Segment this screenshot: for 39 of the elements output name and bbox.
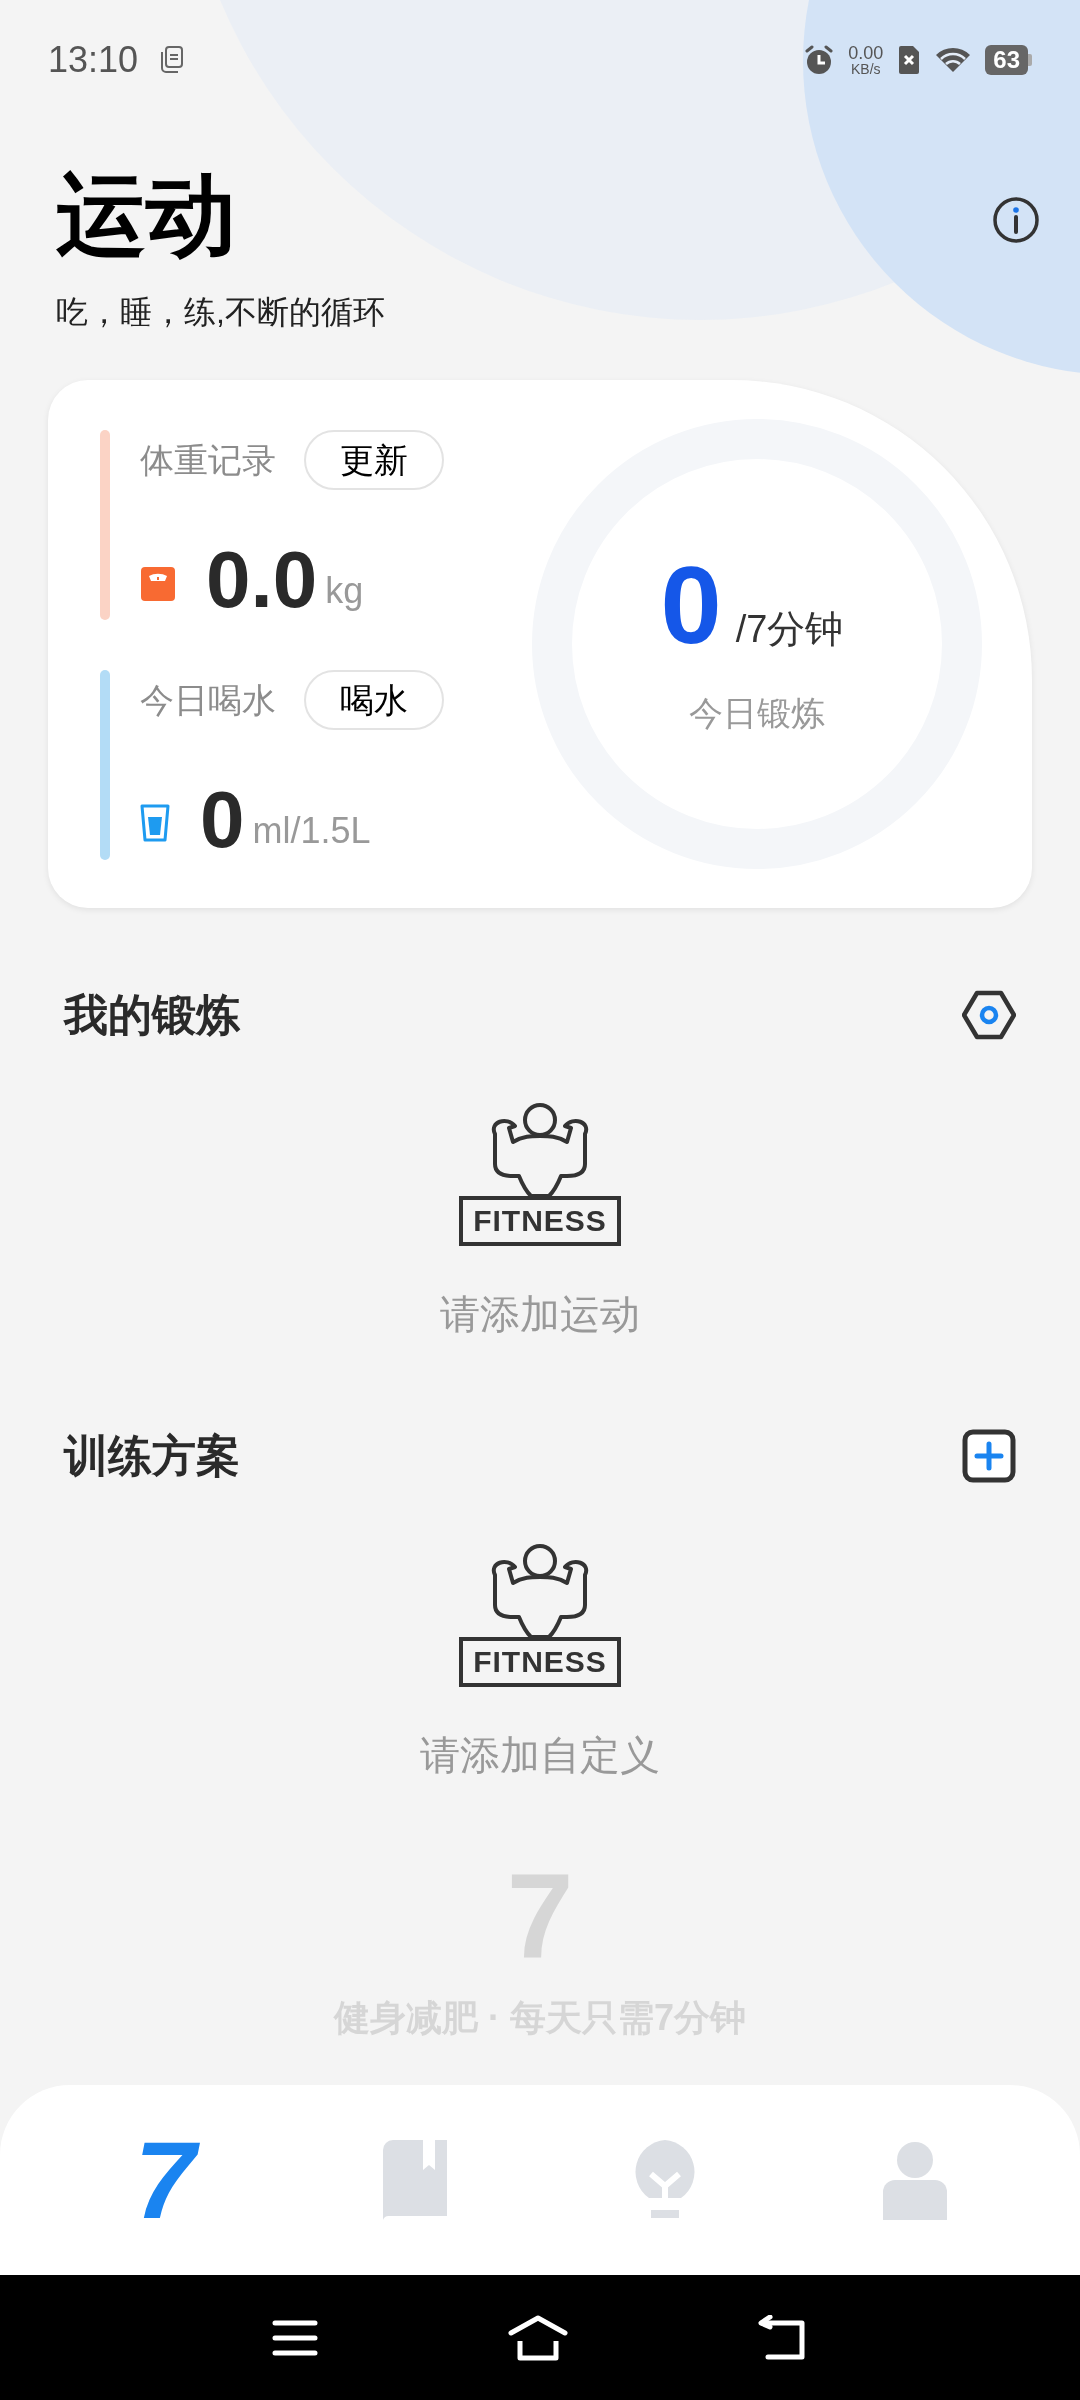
alarm-clock-icon — [804, 45, 835, 75]
wifi-icon — [935, 46, 972, 74]
status-time: 13:10 — [48, 38, 139, 82]
fitness-label: FITNESS — [459, 1637, 621, 1687]
glass-icon — [140, 804, 170, 842]
fitness-label: FITNESS — [459, 1196, 621, 1246]
menu-icon[interactable] — [272, 2318, 318, 2357]
nav-tab[interactable]: 7 — [105, 2130, 225, 2230]
page-subtitle: 吃，睡，练,不断的循环 — [56, 296, 385, 328]
battery-level: 63 — [985, 45, 1028, 75]
info-icon[interactable] — [992, 196, 1040, 244]
empty-state-text: 请添加运动 — [440, 1291, 640, 1338]
section-title: 训练方案 — [64, 1430, 240, 1482]
network-speed-unit: KB/s — [851, 62, 881, 76]
empty-state-text: 请添加自定义 — [420, 1732, 660, 1779]
pill-button[interactable]: 更新 — [304, 430, 444, 490]
lightbulb-icon — [633, 2140, 697, 2220]
settings-icon[interactable] — [962, 990, 1016, 1040]
back-icon[interactable] — [758, 2314, 808, 2361]
exercise-label: 今日锻炼 — [689, 692, 825, 734]
network-speed: 0.00 — [848, 44, 884, 62]
water-value: 0 — [200, 780, 245, 860]
unit-label: kg — [325, 569, 364, 613]
weight-value: 0.0 — [206, 540, 318, 620]
add-icon[interactable] — [962, 1429, 1016, 1483]
home-icon[interactable] — [508, 2314, 568, 2361]
metric-label: 体重记录 — [140, 439, 276, 481]
scale-icon — [140, 566, 176, 602]
page-title: 运动 — [56, 170, 237, 260]
metric-label: 今日喝水 — [140, 679, 276, 721]
section-title: 我的锻炼 — [64, 989, 240, 1041]
unit-label: ml/1.5L — [252, 809, 371, 853]
document-icon — [160, 46, 185, 74]
sim-card-icon — [897, 45, 922, 75]
exercise-goal: /7分钟 — [735, 606, 844, 652]
person-icon — [883, 2140, 947, 2220]
book-icon — [383, 2140, 447, 2220]
pill-button[interactable]: 喝水 — [304, 670, 444, 730]
exercise-value: 0 — [660, 549, 722, 660]
